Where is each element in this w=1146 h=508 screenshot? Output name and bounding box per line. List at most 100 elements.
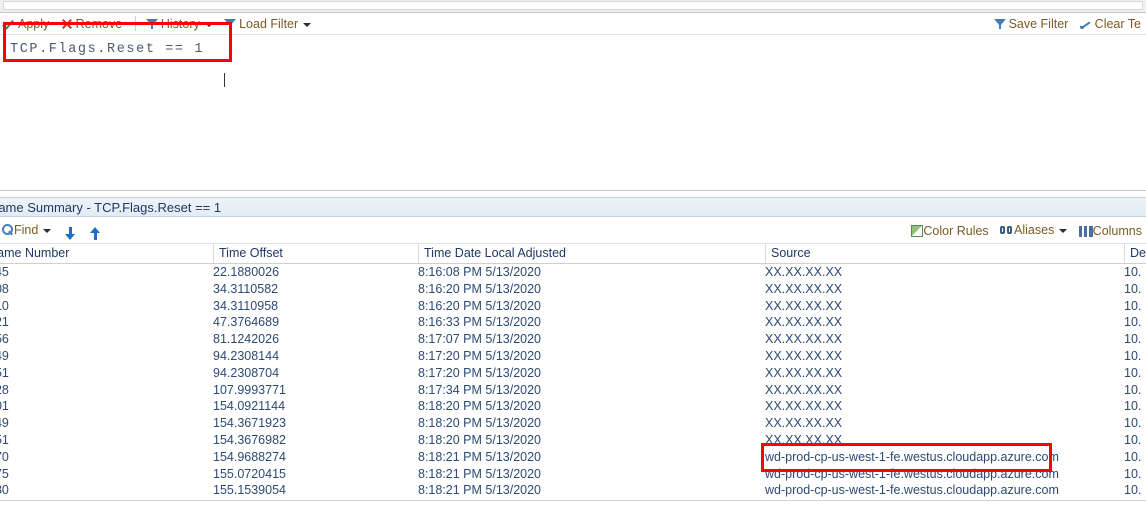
cell-source: XX.XX.XX.XX [765,399,843,414]
clear-text-button[interactable]: Clear Te [1077,13,1146,34]
find-button[interactable]: Find [0,221,55,239]
color-rules-button-label: Color Rules [923,224,989,238]
table-row[interactable]: 856 81.1242026 8:17:07 PM 5/13/2020 XX.XX.X… [0,331,1146,348]
find-toolbar-left-group: Find [0,221,106,243]
apply-button[interactable]: Apply [0,13,54,34]
cell-destination: 10. [1124,382,1142,397]
table-row[interactable]: 028 107.9993771 8:17:34 PM 5/13/2020 XX.XX.… [0,382,1146,399]
cell-source: XX.XX.XX.XX [765,281,843,296]
cell-time-date-local-adjusted: 8:16:33 PM 5/13/2020 [418,315,542,330]
load-filter-button-label: Load Filter [239,16,299,31]
frame-summary-title-bar: rame Summary - TCP.Flags.Reset == 1 [0,197,1146,217]
cell-time-offset: 154.3676982 [213,432,286,447]
aliases-button[interactable]: Aliases [996,221,1071,239]
clear-text-button-label: Clear Te [1094,16,1141,31]
cell-time-offset: 155.1539054 [213,483,286,498]
cell-frame-number: 570 [0,449,9,464]
filter-editor[interactable]: TCP.Flags.Reset == 1 [0,35,1146,191]
column-header-destination[interactable]: De [1124,244,1146,263]
column-header-frame-number[interactable]: rame Number [0,244,213,263]
cell-frame-number: 580 [0,483,9,498]
cell-destination: 10. [1124,432,1142,447]
color-rules-button[interactable]: Color Rules [907,222,992,240]
x-icon [60,17,74,31]
cell-destination: 10. [1124,298,1142,313]
find-toolbar-right-group: Color Rules Aliases Columns [907,221,1146,240]
columns-button[interactable]: Columns [1075,222,1146,240]
cell-frame-number: 945 [0,265,9,279]
check-icon [2,17,16,31]
columns-icon [1078,226,1093,237]
find-previous-button[interactable] [87,225,103,243]
column-header-source[interactable]: Source [765,244,1124,263]
funnel-icon [993,17,1007,31]
cell-destination: 10. [1124,265,1142,279]
table-row[interactable]: 580 155.1539054 8:18:21 PM 5/13/2020 wd-pro… [0,482,1146,499]
remove-button[interactable]: Remove [58,13,128,34]
table-row[interactable]: 451 154.3676982 8:18:20 PM 5/13/2020 XX.XX.… [0,432,1146,449]
table-row[interactable]: 945 22.1880026 8:16:08 PM 5/13/2020 XX.XX.X… [0,264,1146,281]
cell-destination: 10. [1124,416,1142,431]
cell-frame-number: 610 [0,298,9,313]
table-row[interactable]: 951 94.2308704 8:17:20 PM 5/13/2020 XX.XX.X… [0,365,1146,382]
window-top-strip-inner [3,1,1143,10]
table-row[interactable]: 575 155.0720415 8:18:21 PM 5/13/2020 wd-pro… [0,466,1146,483]
column-header-time-date-local-adjusted[interactable]: Time Date Local Adjusted [418,244,765,263]
cell-time-date-local-adjusted: 8:17:20 PM 5/13/2020 [418,365,542,380]
cell-destination: 10. [1124,449,1142,464]
table-row[interactable]: 401 154.0921144 8:18:20 PM 5/13/2020 XX.XX.… [0,398,1146,415]
table-row[interactable]: 608 34.3110582 8:16:20 PM 5/13/2020 XX.XX.X… [0,281,1146,298]
window-top-strip [0,0,1146,13]
arrow-up-head [90,226,101,233]
cell-source: XX.XX.XX.XX [765,348,843,363]
find-toolbar: Find Color Rules Aliases Columns [0,217,1146,244]
chevron-down-icon[interactable] [303,22,312,27]
save-filter-button[interactable]: Save Filter [991,13,1074,34]
cell-time-date-local-adjusted: 8:17:20 PM 5/13/2020 [418,348,542,363]
filter-expression-text[interactable]: TCP.Flags.Reset == 1 [10,42,204,57]
cell-time-date-local-adjusted: 8:16:20 PM 5/13/2020 [418,298,542,313]
table-row[interactable]: 610 34.3110958 8:16:20 PM 5/13/2020 XX.XX.X… [0,298,1146,315]
cell-time-offset: 34.3110958 [213,298,279,313]
cell-destination: 10. [1124,365,1142,380]
cell-time-offset: 47.3764689 [213,315,280,330]
find-next-button[interactable] [62,225,78,243]
column-header-time-offset[interactable]: Time Offset [213,244,418,263]
glasses-icon [1000,223,1014,237]
cell-time-date-local-adjusted: 8:18:20 PM 5/13/2020 [418,416,542,431]
cell-time-date-local-adjusted: 8:18:21 PM 5/13/2020 [418,483,542,498]
cell-source: XX.XX.XX.XX [765,432,843,447]
cell-time-offset: 155.0720415 [213,466,286,481]
cell-source: wd-prod-cp-us-west-1-fe.westus.cloudapp.… [765,449,1059,464]
toolbar-divider [134,16,136,31]
cell-frame-number: 575 [0,466,9,481]
funnel-icon [145,17,159,31]
chevron-down-icon[interactable] [43,229,52,233]
text-cursor [224,73,225,87]
table-row[interactable]: 449 154.3671923 8:18:20 PM 5/13/2020 XX.XX.… [0,415,1146,432]
chevron-down-icon[interactable] [1059,229,1068,233]
cell-frame-number: 451 [0,432,9,447]
table-row[interactable]: 570 154.9688274 8:18:21 PM 5/13/2020 wd-pro… [0,449,1146,466]
history-button[interactable]: History [143,13,218,34]
cell-frame-number: 028 [0,382,9,397]
table-row[interactable]: 949 94.2308144 8:17:20 PM 5/13/2020 XX.XX.X… [0,348,1146,365]
table-footer [0,500,1146,508]
table-row[interactable]: 621 47.3764689 8:16:33 PM 5/13/2020 XX.XX.X… [0,314,1146,331]
chevron-down-icon[interactable] [204,22,213,27]
cell-frame-number: 401 [0,399,9,414]
cell-time-offset: 154.0921144 [213,399,286,414]
cell-time-date-local-adjusted: 8:16:08 PM 5/13/2020 [418,265,542,279]
palette-icon [911,225,924,237]
cell-frame-number: 949 [0,348,9,363]
load-filter-button[interactable]: Load Filter [221,13,316,34]
filter-toolbar-right-group: Save Filter Clear Te [991,13,1146,34]
search-icon [0,223,14,237]
remove-button-label: Remove [75,16,123,31]
cell-time-offset: 94.2308704 [213,365,280,380]
cell-frame-number: 621 [0,315,9,330]
cell-source: XX.XX.XX.XX [765,298,843,313]
cell-destination: 10. [1124,466,1142,481]
aliases-button-label: Aliases [1014,223,1055,237]
cell-destination: 10. [1124,348,1142,363]
